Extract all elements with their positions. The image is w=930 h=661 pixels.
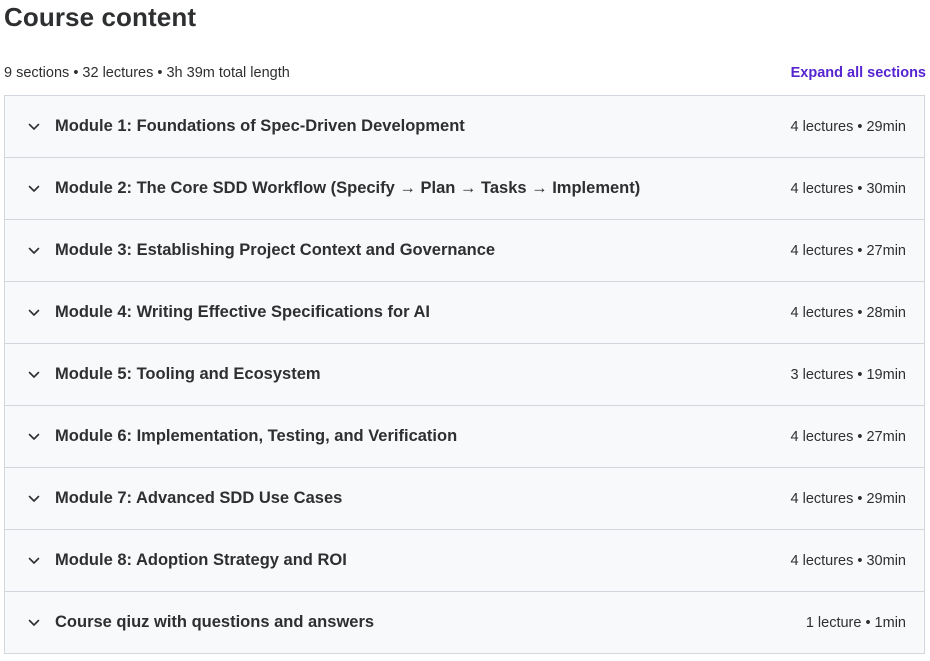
chevron-down-icon xyxy=(27,430,41,444)
section-meta: 4 lectures • 30min xyxy=(790,552,907,569)
section-meta: 4 lectures • 27min xyxy=(790,428,907,445)
section-meta: 4 lectures • 27min xyxy=(790,242,907,259)
section-title: Module 8: Adoption Strategy and ROI xyxy=(55,551,347,569)
summary-bar: 9 sections • 32 lectures • 3h 39m total … xyxy=(4,62,926,84)
section-title: Module 5: Tooling and Ecosystem xyxy=(55,365,321,383)
section-meta: 4 lectures • 29min xyxy=(790,118,907,135)
section-title: Module 4: Writing Effective Specificatio… xyxy=(55,303,430,321)
course-content-panel: Course content 9 sections • 32 lectures … xyxy=(0,0,930,661)
chevron-down-icon xyxy=(27,120,41,134)
section-header-module-6[interactable]: Module 6: Implementation, Testing, and V… xyxy=(5,406,924,468)
section-title: Module 2: The Core SDD Workflow (Specify… xyxy=(55,179,641,197)
chevron-down-icon xyxy=(27,306,41,320)
course-summary: 9 sections • 32 lectures • 3h 39m total … xyxy=(4,65,290,81)
section-header-module-7[interactable]: Module 7: Advanced SDD Use Cases 4 lectu… xyxy=(5,468,924,530)
chevron-down-icon xyxy=(27,182,41,196)
section-meta: 4 lectures • 30min xyxy=(790,180,907,197)
expand-all-sections-button[interactable]: Expand all sections xyxy=(791,65,926,81)
section-title: Module 1: Foundations of Spec-Driven Dev… xyxy=(55,117,465,135)
section-header-course-quiz[interactable]: Course qiuz with questions and answers 1… xyxy=(5,592,924,653)
sections-list: Module 1: Foundations of Spec-Driven Dev… xyxy=(4,95,925,654)
section-title: Course qiuz with questions and answers xyxy=(55,613,375,631)
section-header-module-1[interactable]: Module 1: Foundations of Spec-Driven Dev… xyxy=(5,96,924,158)
section-header-module-3[interactable]: Module 3: Establishing Project Context a… xyxy=(5,220,924,282)
section-title: Module 7: Advanced SDD Use Cases xyxy=(55,489,343,507)
chevron-down-icon xyxy=(27,492,41,506)
section-header-module-2[interactable]: Module 2: The Core SDD Workflow (Specify… xyxy=(5,158,924,220)
chevron-down-icon xyxy=(27,368,41,382)
section-meta: 4 lectures • 29min xyxy=(790,490,907,507)
section-meta: 1 lecture • 1min xyxy=(805,614,906,631)
section-meta: 3 lectures • 19min xyxy=(790,366,907,383)
section-meta: 4 lectures • 28min xyxy=(790,304,907,321)
section-header-module-5[interactable]: Module 5: Tooling and Ecosystem 3 lectur… xyxy=(5,344,924,406)
section-header-module-8[interactable]: Module 8: Adoption Strategy and ROI 4 le… xyxy=(5,530,924,592)
section-title: Module 3: Establishing Project Context a… xyxy=(55,241,496,259)
page-title: Course content xyxy=(4,2,197,32)
section-header-module-4[interactable]: Module 4: Writing Effective Specificatio… xyxy=(5,282,924,344)
chevron-down-icon xyxy=(27,616,41,630)
chevron-down-icon xyxy=(27,244,41,258)
section-title: Module 6: Implementation, Testing, and V… xyxy=(55,427,458,445)
chevron-down-icon xyxy=(27,554,41,568)
